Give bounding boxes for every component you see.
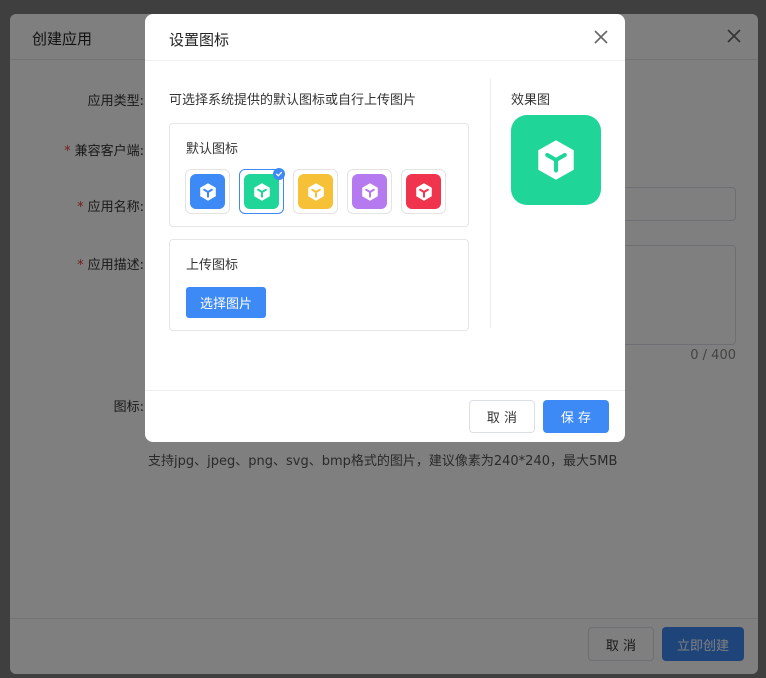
- icon-preview: [511, 115, 601, 205]
- cube-icon: [199, 182, 216, 201]
- default-icon-option[interactable]: [185, 169, 230, 214]
- select-image-button[interactable]: 选择图片: [186, 287, 266, 318]
- check-icon: [273, 168, 285, 180]
- default-icon-option[interactable]: [401, 169, 446, 214]
- upload-icon-card: 上传图标 选择图片: [169, 239, 469, 331]
- set-icon-footer: 取 消 保 存: [145, 390, 625, 442]
- icon-swatch: [406, 174, 441, 209]
- default-icon-option[interactable]: [347, 169, 392, 214]
- set-icon-header: 设置图标: [145, 14, 625, 61]
- cube-icon: [361, 182, 378, 201]
- default-icon-option[interactable]: [239, 168, 285, 214]
- icon-swatch: [352, 174, 387, 209]
- vertical-divider: [490, 79, 491, 328]
- default-icon-option[interactable]: [293, 169, 338, 214]
- cube-icon: [253, 182, 270, 201]
- icon-swatch: [298, 174, 333, 209]
- icon-hint-text: 可选择系统提供的默认图标或自行上传图片: [169, 93, 417, 108]
- set-icon-dialog: 设置图标 可选择系统提供的默认图标或自行上传图片 默认图标 上传图标 选择图片 …: [145, 14, 625, 442]
- save-button[interactable]: 保 存: [543, 400, 609, 433]
- default-icons-card: 默认图标: [169, 123, 469, 227]
- cube-icon: [415, 182, 432, 201]
- default-icons-row: [185, 168, 446, 214]
- icon-swatch: [190, 174, 225, 209]
- preview-title: 效果图: [511, 93, 551, 108]
- default-icons-title: 默认图标: [186, 142, 239, 157]
- cube-icon: [538, 140, 574, 180]
- cancel-button[interactable]: 取 消: [469, 400, 535, 433]
- icon-swatch: [244, 174, 279, 209]
- set-icon-title: 设置图标: [169, 31, 230, 49]
- cube-icon: [307, 182, 324, 201]
- upload-icon-title: 上传图标: [186, 258, 239, 273]
- close-icon[interactable]: [591, 27, 611, 47]
